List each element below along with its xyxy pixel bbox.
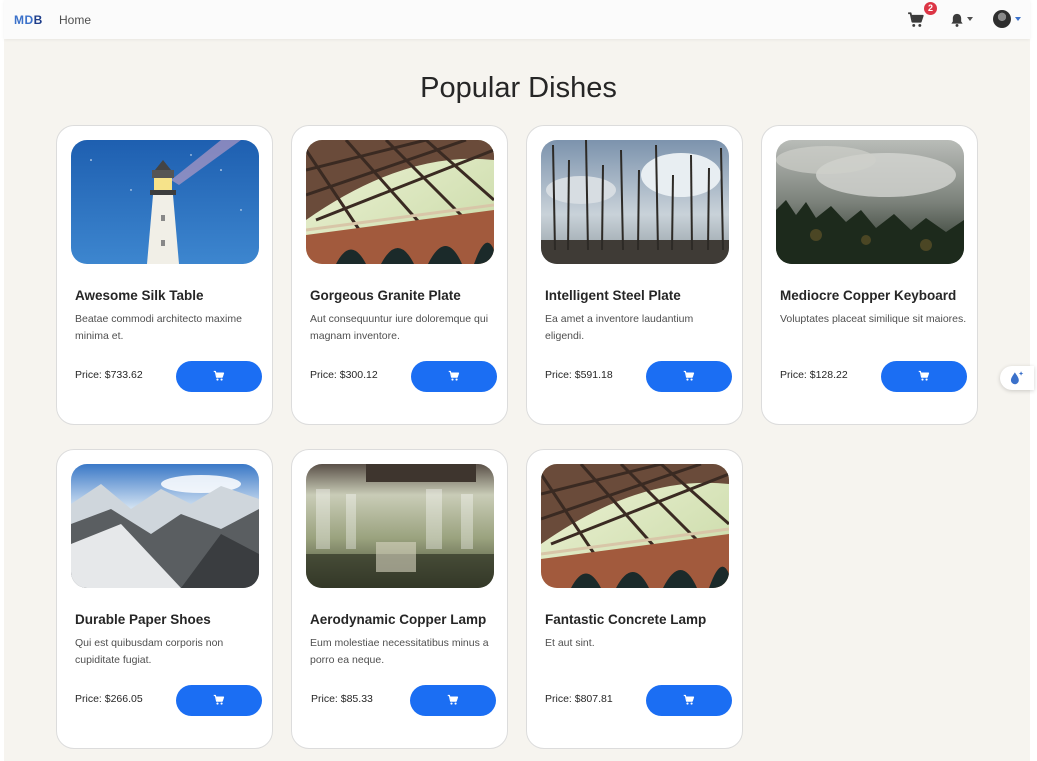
cart-icon [918, 370, 930, 381]
product-description: Ea amet a inventore laudantium eligendi. [545, 313, 694, 342]
add-to-cart-button[interactable] [410, 685, 496, 716]
product-price: Price: $733.62 [75, 369, 143, 381]
page-title: Popular Dishes [420, 72, 617, 104]
cart-icon [213, 370, 225, 381]
cart-icon [447, 694, 459, 705]
navbar: MDB Home 2 [4, 0, 1030, 39]
product-price: Price: $128.22 [780, 369, 848, 381]
product-title: Gorgeous Granite Plate [310, 288, 461, 303]
product-card: Intelligent Steel Plate Ea amet a invent… [526, 125, 743, 425]
cart-icon [683, 370, 695, 381]
product-image-bridge [541, 464, 729, 588]
chevron-down-icon [1015, 17, 1021, 21]
product-price: Price: $591.18 [545, 369, 613, 381]
product-title: Mediocre Copper Keyboard [780, 288, 957, 303]
cart-icon[interactable] [907, 11, 925, 29]
product-image-lighthouse [71, 140, 259, 264]
product-description: Aut consequuntur iure doloremque qui mag… [310, 313, 489, 342]
theme-widget-button[interactable] [1000, 366, 1034, 390]
product-card: Awesome Silk Table Beatae commodi archit… [56, 125, 273, 425]
product-title: Intelligent Steel Plate [545, 288, 681, 303]
add-to-cart-button[interactable] [176, 685, 262, 716]
cart-icon [448, 370, 460, 381]
product-title: Durable Paper Shoes [75, 612, 211, 627]
product-price: Price: $266.05 [75, 693, 143, 705]
product-description: Et aut sint. [545, 637, 595, 649]
product-card: Aerodynamic Copper Lamp Eum molestiae ne… [291, 449, 508, 749]
product-card: Mediocre Copper Keyboard Voluptates plac… [761, 125, 978, 425]
chevron-down-icon [967, 17, 973, 21]
product-image-dead-forest [541, 140, 729, 264]
add-to-cart-button[interactable] [646, 361, 732, 392]
product-price: Price: $300.12 [310, 369, 378, 381]
product-card: Durable Paper Shoes Qui est quibusdam co… [56, 449, 273, 749]
cart-icon [683, 694, 695, 705]
product-title: Awesome Silk Table [75, 288, 204, 303]
product-description: Voluptates placeat similique sit maiores… [780, 313, 967, 325]
product-price: Price: $85.33 [311, 693, 373, 705]
add-to-cart-button[interactable] [881, 361, 967, 392]
product-price: Price: $807.81 [545, 693, 613, 705]
product-image-snowy-mountains [71, 464, 259, 588]
cart-icon [213, 694, 225, 705]
product-card: Gorgeous Granite Plate Aut consequuntur … [291, 125, 508, 425]
nav-link-home[interactable]: Home [59, 13, 91, 27]
avatar[interactable] [993, 10, 1011, 28]
product-description: Eum molestiae necessitatibus minus a por… [310, 637, 489, 666]
add-to-cart-button[interactable] [411, 361, 497, 392]
product-title: Aerodynamic Copper Lamp [310, 612, 487, 627]
product-card: Fantastic Concrete Lamp Et aut sint. Pri… [526, 449, 743, 749]
product-image-bridge [306, 140, 494, 264]
add-to-cart-button[interactable] [176, 361, 262, 392]
droplet-icon [1010, 371, 1024, 385]
bell-icon[interactable] [948, 11, 966, 29]
brand-logo[interactable]: MDB [14, 13, 43, 27]
cart-count-badge: 2 [924, 2, 937, 15]
product-description: Beatae commodi architecto maxime minima … [75, 313, 242, 342]
product-description: Qui est quibusdam corporis non cupiditat… [75, 637, 224, 666]
product-image-misty-forest [776, 140, 964, 264]
add-to-cart-button[interactable] [646, 685, 732, 716]
product-title: Fantastic Concrete Lamp [545, 612, 707, 627]
product-image-blurred-interior [306, 464, 494, 588]
